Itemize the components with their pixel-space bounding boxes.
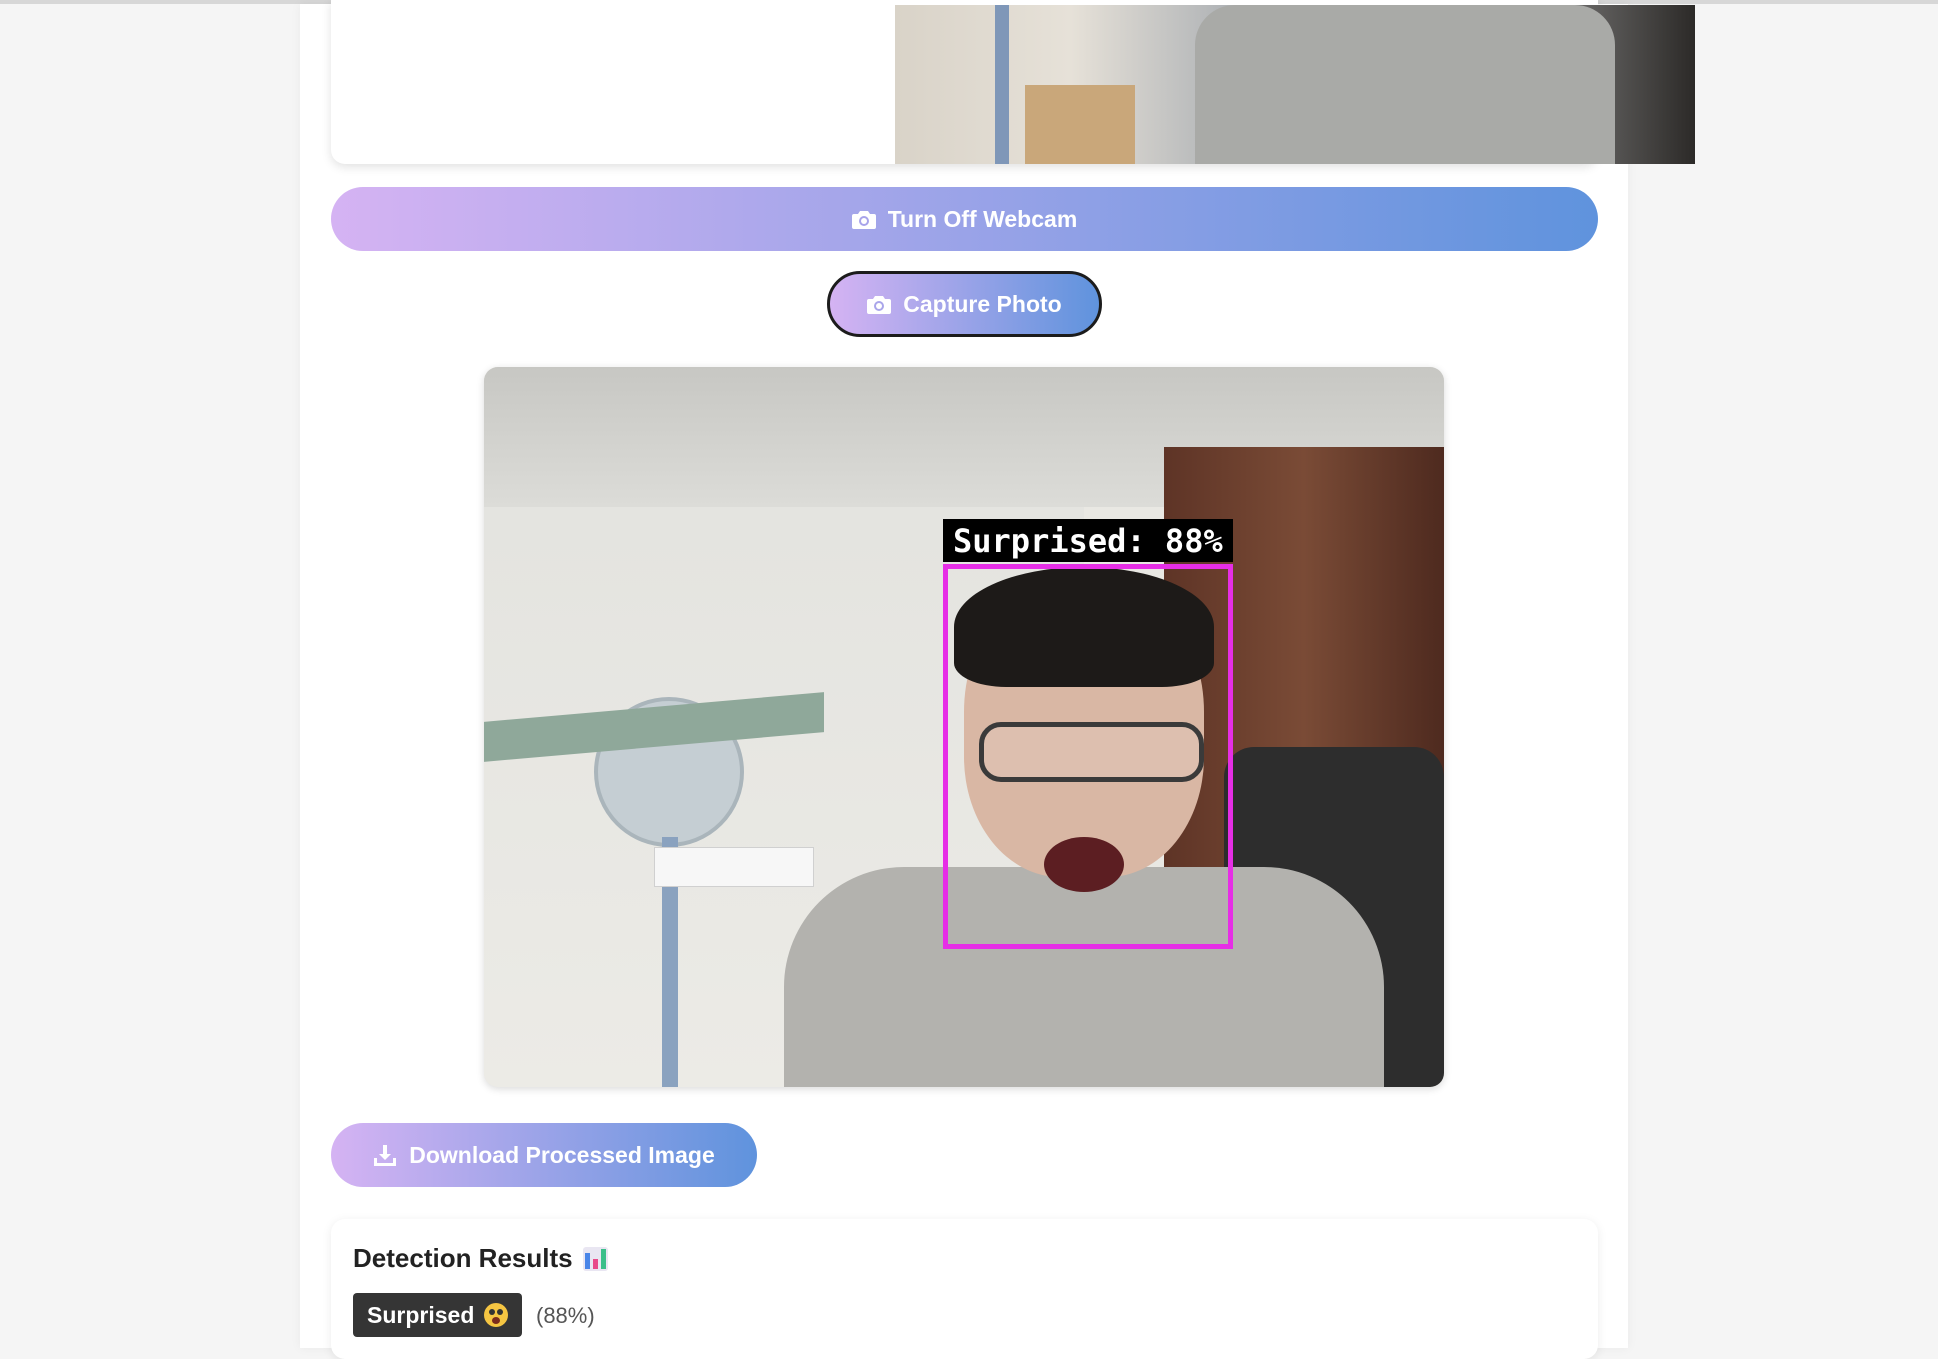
emotion-label: Surprised: [367, 1301, 475, 1328]
turn-off-webcam-button[interactable]: Turn Off Webcam: [331, 187, 1598, 251]
download-processed-image-button[interactable]: Download Processed Image: [331, 1123, 757, 1187]
camera-icon: [851, 209, 876, 229]
bar-chart-icon: [582, 1246, 608, 1271]
detection-results-card: Detection Results Surprised (88%): [331, 1219, 1598, 1359]
feed-fan-pole: [995, 5, 1009, 164]
photo-wall-shelf: [654, 847, 814, 887]
face-detection-box: [943, 564, 1233, 949]
webcam-card: [331, 0, 1695, 164]
emotion-confidence: (88%): [536, 1303, 595, 1328]
feed-person: [1195, 5, 1615, 164]
face-detection-label: Surprised: 88%: [943, 519, 1233, 562]
camera-icon: [867, 294, 892, 314]
detection-results-title: Detection Results: [353, 1243, 573, 1273]
processed-photo: Surprised: 88%: [484, 367, 1444, 1087]
turn-off-webcam-label: Turn Off Webcam: [887, 205, 1078, 232]
detection-results-heading: Detection Results: [353, 1243, 608, 1274]
download-icon: [373, 1143, 397, 1167]
capture-photo-button[interactable]: Capture Photo: [827, 271, 1102, 337]
webcam-live-feed: [895, 5, 1695, 164]
astonished-face-emoji-icon: [484, 1303, 509, 1327]
emotion-badge: Surprised: [353, 1293, 523, 1337]
download-processed-image-label: Download Processed Image: [409, 1141, 715, 1168]
capture-photo-label: Capture Photo: [903, 290, 1062, 317]
feed-desk: [1025, 85, 1135, 164]
